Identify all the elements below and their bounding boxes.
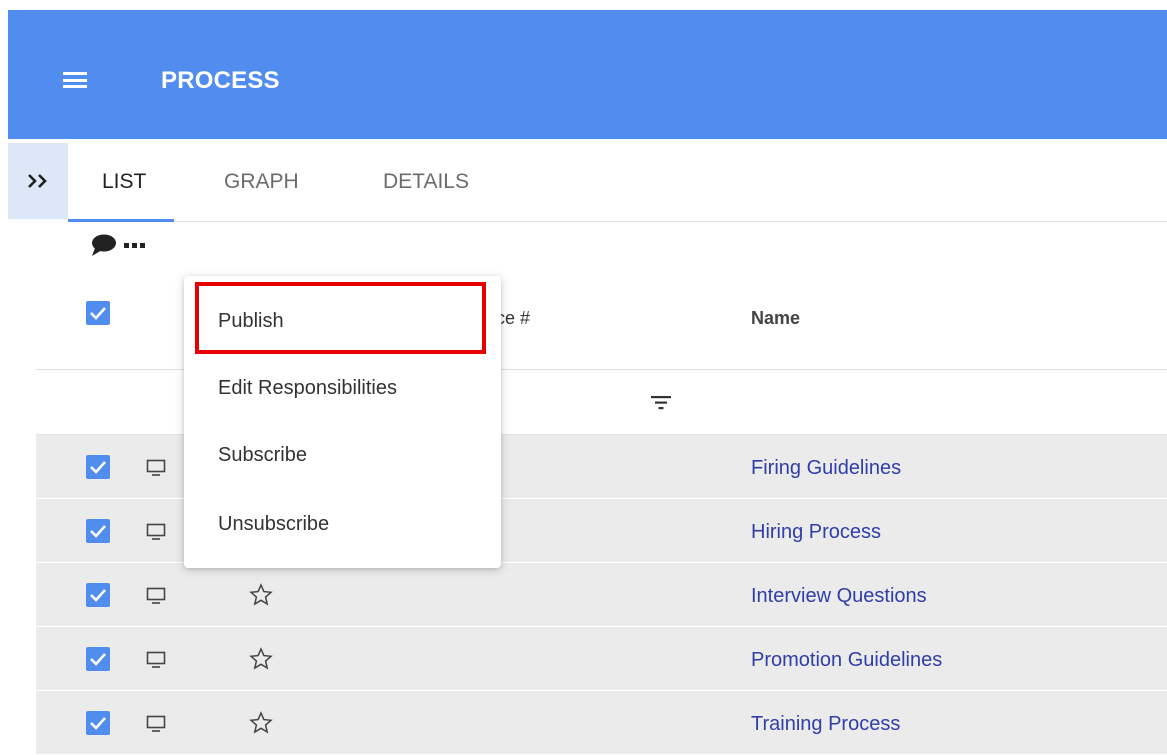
context-menu: Publish Edit Responsibilities Subscribe … (184, 276, 501, 568)
more-icon[interactable] (124, 241, 146, 249)
row-checkbox[interactable] (86, 455, 110, 479)
tab-graph[interactable]: GRAPH (224, 143, 299, 220)
checkmark-icon (90, 525, 106, 538)
select-all-checkbox[interactable] (86, 301, 110, 325)
row-name-link[interactable]: Training Process (751, 713, 900, 736)
tab-details[interactable]: DETAILS (383, 143, 469, 220)
menu-item-edit-responsibilities[interactable]: Edit Responsibilities (218, 377, 397, 400)
table-row[interactable]: Promotion Guidelines (36, 627, 1167, 691)
monitor-icon (146, 715, 166, 732)
filter-icon[interactable] (650, 396, 672, 410)
row-checkbox[interactable] (86, 647, 110, 671)
checkmark-icon (90, 307, 106, 320)
expand-panel-button[interactable] (8, 143, 68, 219)
monitor-icon (146, 459, 166, 476)
column-header-number[interactable]: ce # (496, 308, 530, 329)
monitor-icon (146, 651, 166, 668)
checkmark-icon (90, 717, 106, 730)
monitor-icon (146, 587, 166, 604)
row-name-link[interactable]: Promotion Guidelines (751, 649, 942, 672)
monitor-icon (146, 523, 166, 540)
row-name-link[interactable]: Hiring Process (751, 521, 881, 544)
row-name-link[interactable]: Interview Questions (751, 585, 927, 608)
page-title: PROCESS (161, 67, 280, 94)
menu-icon[interactable] (63, 72, 87, 88)
tab-list[interactable]: LIST (67, 143, 175, 222)
tab-bar: LIST GRAPH DETAILS (67, 143, 1167, 222)
star-icon[interactable] (249, 647, 273, 671)
list-toolbar (90, 233, 146, 257)
row-name-link[interactable]: Firing Guidelines (751, 457, 901, 480)
checkmark-icon (90, 653, 106, 666)
comment-icon[interactable] (90, 233, 118, 257)
table-row[interactable]: Training Process (36, 691, 1167, 755)
row-checkbox[interactable] (86, 519, 110, 543)
row-checkbox[interactable] (86, 711, 110, 735)
star-icon[interactable] (249, 583, 273, 607)
column-header-name[interactable]: Name (751, 308, 800, 329)
checkmark-icon (90, 589, 106, 602)
row-checkbox[interactable] (86, 583, 110, 607)
checkmark-icon (90, 461, 106, 474)
menu-item-subscribe[interactable]: Subscribe (218, 444, 307, 467)
star-icon[interactable] (249, 711, 273, 735)
menu-item-publish[interactable]: Publish (218, 310, 284, 333)
table-row[interactable]: Interview Questions (36, 563, 1167, 627)
app-header: PROCESS (8, 10, 1167, 139)
menu-item-unsubscribe[interactable]: Unsubscribe (218, 513, 329, 536)
expand-icon (28, 174, 47, 188)
